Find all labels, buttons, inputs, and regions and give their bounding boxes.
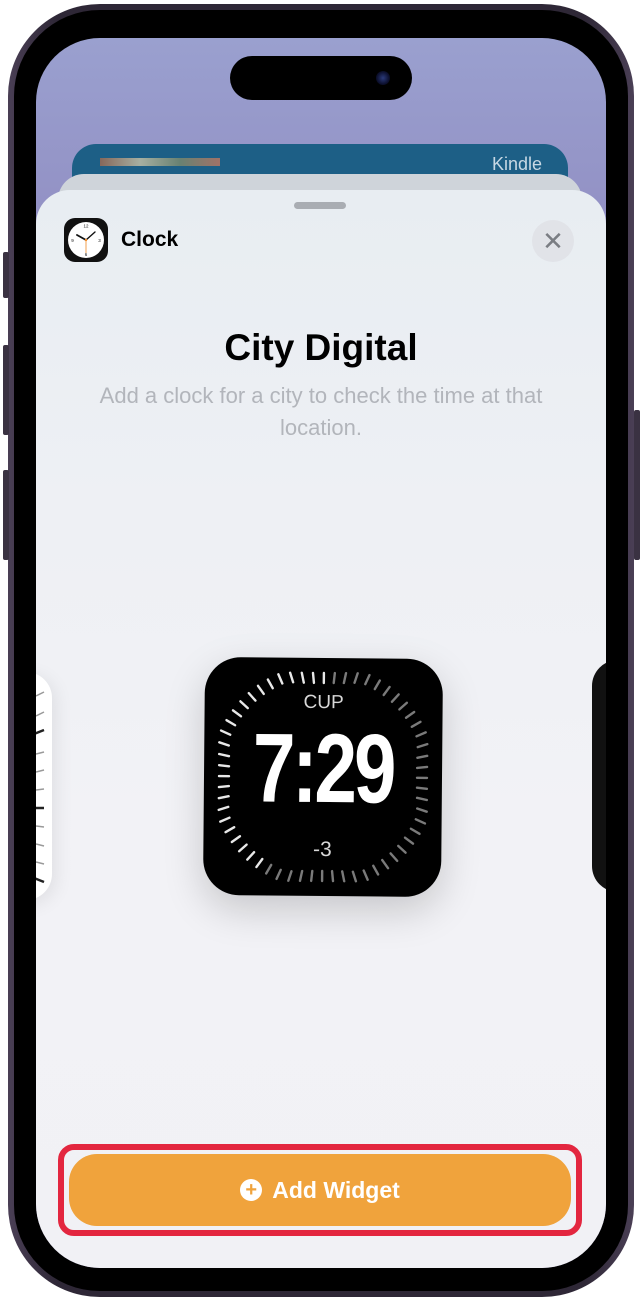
volume-down-button bbox=[3, 470, 9, 560]
background-card-thumbnail bbox=[100, 158, 220, 166]
widget-tick bbox=[311, 671, 316, 685]
widget-tick bbox=[217, 763, 231, 768]
widget-description: Add a clock for a city to check the time… bbox=[99, 383, 543, 440]
widget-tick bbox=[218, 741, 230, 747]
sheet-grabber[interactable] bbox=[294, 202, 346, 209]
widget-tick bbox=[266, 678, 274, 690]
widget-tick bbox=[264, 863, 273, 875]
add-widget-label: Add Widget bbox=[272, 1176, 400, 1203]
widget-sheet: 12 3 6 9 Clock ✕ City Digital Add a clock f… bbox=[36, 190, 606, 1268]
widget-tick bbox=[416, 807, 428, 813]
close-button[interactable]: ✕ bbox=[532, 220, 574, 262]
widget-time: 7:29 bbox=[252, 712, 394, 824]
widget-tick bbox=[416, 754, 429, 759]
app-name: Clock bbox=[121, 228, 179, 251]
widget-tick bbox=[415, 786, 429, 791]
close-icon: ✕ bbox=[542, 225, 564, 256]
widget-tick bbox=[309, 869, 314, 883]
widget-tick bbox=[415, 796, 429, 802]
clock-app-icon: 12 3 6 9 bbox=[64, 218, 108, 262]
widget-tick bbox=[330, 869, 335, 883]
widget-tick bbox=[351, 870, 358, 883]
widget-tick bbox=[373, 679, 382, 691]
widget-tick bbox=[287, 870, 293, 882]
background-card-label: Kindle bbox=[491, 154, 542, 174]
widget-title: City Digital bbox=[224, 327, 418, 368]
widget-tick bbox=[364, 673, 371, 686]
widget-tick bbox=[342, 671, 348, 685]
widget-tick bbox=[298, 869, 304, 883]
volume-up-button bbox=[3, 345, 9, 435]
widget-tick bbox=[300, 671, 305, 684]
dynamic-island bbox=[230, 56, 412, 100]
widget-tick bbox=[217, 784, 231, 789]
widget-tick bbox=[217, 752, 231, 758]
widget-tick bbox=[277, 673, 284, 685]
widget-tick bbox=[362, 869, 369, 881]
widget-tick bbox=[414, 818, 427, 825]
previous-widget-preview[interactable] bbox=[36, 672, 52, 900]
widget-hour-offset: -3 bbox=[312, 837, 332, 862]
svg-text:12: 12 bbox=[83, 224, 89, 229]
widget-tick bbox=[372, 864, 380, 876]
plus-circle-icon: + bbox=[240, 1179, 263, 1201]
widget-tick bbox=[288, 671, 295, 684]
power-button bbox=[634, 410, 640, 560]
widget-tick bbox=[353, 672, 359, 684]
front-camera-icon bbox=[376, 71, 390, 85]
widget-tick bbox=[332, 671, 337, 685]
widget-tick bbox=[416, 742, 429, 749]
add-widget-button[interactable]: + Add Widget bbox=[69, 1154, 571, 1226]
city-digital-widget-preview[interactable]: CUP 7:29 -3 bbox=[202, 656, 444, 898]
screen: Kindle 12 3 6 9 Clock ✕ City Digital Add a … bbox=[36, 38, 606, 1268]
action-button bbox=[3, 252, 9, 298]
widget-tick bbox=[224, 826, 236, 834]
widget-tick bbox=[341, 870, 346, 883]
next-widget-preview[interactable] bbox=[592, 660, 606, 892]
widget-tick bbox=[415, 731, 427, 738]
widget-tick bbox=[409, 827, 421, 836]
widget-tick bbox=[217, 795, 230, 800]
widget-tick bbox=[275, 868, 282, 881]
widget-tick bbox=[415, 765, 429, 770]
widget-tick bbox=[217, 805, 230, 812]
widget-tick bbox=[219, 729, 232, 736]
widget-tick bbox=[219, 816, 231, 823]
